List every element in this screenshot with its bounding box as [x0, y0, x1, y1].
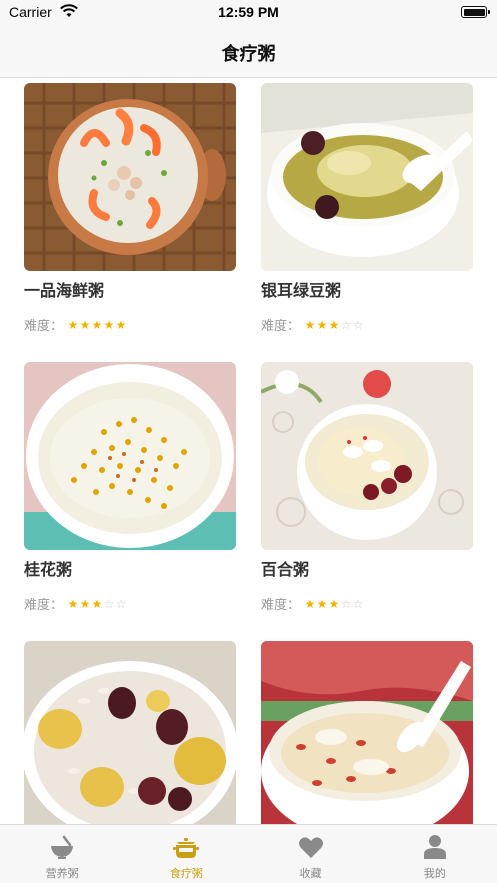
star-filled-icon: ★ [79, 596, 91, 611]
page-title: 食疗粥 [221, 44, 276, 65]
battery-icon [461, 6, 490, 18]
star-empty-icon: ☆ [340, 596, 352, 611]
difficulty-rating: 难度： ★ ★ ★ ☆ ☆ [261, 594, 473, 614]
star-empty-icon: ☆ [103, 596, 115, 611]
star-filled-icon: ★ [328, 317, 340, 332]
star-filled-icon: ★ [316, 317, 328, 332]
star-filled-icon: ★ [103, 317, 115, 332]
recipe-image-tremella-mungbean-congee[interactable] [261, 83, 473, 271]
recipe-image-lily-congee[interactable] [261, 362, 473, 550]
recipe-title: 百合粥 [261, 560, 310, 579]
recipe-title: 银耳绿豆粥 [261, 281, 342, 300]
difficulty-label: 难度： [24, 319, 64, 334]
tab-therapy-congee[interactable]: 食疗粥 [124, 825, 248, 883]
tab-label: 营养粥 [45, 867, 79, 880]
clock: 12:59 PM [218, 4, 279, 20]
recipe-grid[interactable]: 一品海鲜粥 难度： ★ ★ ★ ★ ★ 银耳绿豆粥 难度： ★ ★ ★ ☆ ☆ … [0, 79, 497, 824]
recipe-title: 一品海鲜粥 [24, 281, 105, 300]
tab-label: 食疗粥 [169, 867, 203, 880]
difficulty-rating: 难度： ★ ★ ★ ★ ★ [24, 315, 236, 335]
recipe-image-chestnut-congee[interactable] [24, 641, 236, 824]
recipe-image-osmanthus-congee[interactable] [24, 362, 236, 550]
recipe-card[interactable]: 桂花粥 难度： ★ ★ ★ ☆ ☆ [24, 362, 236, 613]
star-filled-icon: ★ [67, 317, 79, 332]
tab-favorites[interactable]: 收藏 [249, 825, 373, 883]
star-filled-icon: ★ [115, 317, 127, 332]
difficulty-rating: 难度： ★ ★ ★ ☆ ☆ [24, 594, 236, 614]
recipe-card[interactable]: 百合粥 难度： ★ ★ ★ ☆ ☆ [261, 362, 473, 613]
recipe-image-seafood-congee[interactable] [24, 83, 236, 271]
navigation-bar: 食疗粥 [0, 26, 497, 78]
tab-profile[interactable]: 我的 [373, 825, 497, 883]
star-filled-icon: ★ [328, 596, 340, 611]
star-filled-icon: ★ [79, 317, 91, 332]
star-rating: ★ ★ ★ ☆ ☆ [304, 598, 364, 610]
tab-nutrition-congee[interactable]: 营养粥 [0, 825, 124, 883]
star-rating: ★ ★ ★ ★ ★ [67, 319, 127, 331]
person-icon [423, 835, 446, 859]
difficulty-rating: 难度： ★ ★ ★ ☆ ☆ [261, 315, 473, 335]
star-filled-icon: ★ [304, 317, 316, 332]
star-filled-icon: ★ [304, 596, 316, 611]
star-filled-icon: ★ [316, 596, 328, 611]
star-empty-icon: ☆ [340, 317, 352, 332]
difficulty-label: 难度： [24, 598, 64, 613]
recipe-title: 桂花粥 [24, 560, 73, 579]
star-filled-icon: ★ [67, 596, 79, 611]
difficulty-label: 难度： [261, 598, 301, 613]
tab-label: 收藏 [299, 867, 322, 880]
star-empty-icon: ☆ [115, 596, 127, 611]
star-rating: ★ ★ ★ ☆ ☆ [67, 598, 127, 610]
tab-label: 我的 [423, 867, 446, 880]
difficulty-label: 难度： [261, 319, 301, 334]
recipe-card[interactable]: 银耳绿豆粥 难度： ★ ★ ★ ☆ ☆ [261, 83, 473, 334]
star-rating: ★ ★ ★ ☆ ☆ [304, 319, 364, 331]
star-filled-icon: ★ [91, 596, 103, 611]
recipe-image-tremella-goji-congee[interactable] [261, 641, 473, 824]
star-empty-icon: ☆ [352, 596, 364, 611]
tab-bar: 营养粥 食疗粥 收藏 我的 [0, 824, 497, 883]
star-empty-icon: ☆ [352, 317, 364, 332]
status-bar: Carrier 12:59 PM [0, 0, 497, 26]
star-filled-icon: ★ [91, 317, 103, 332]
pot-icon [173, 838, 200, 858]
recipe-card[interactable] [24, 641, 236, 824]
bowl-icon [51, 835, 74, 859]
recipe-card[interactable]: 一品海鲜粥 难度： ★ ★ ★ ★ ★ [24, 83, 236, 334]
heart-icon [298, 837, 323, 858]
recipe-card[interactable] [261, 641, 473, 824]
